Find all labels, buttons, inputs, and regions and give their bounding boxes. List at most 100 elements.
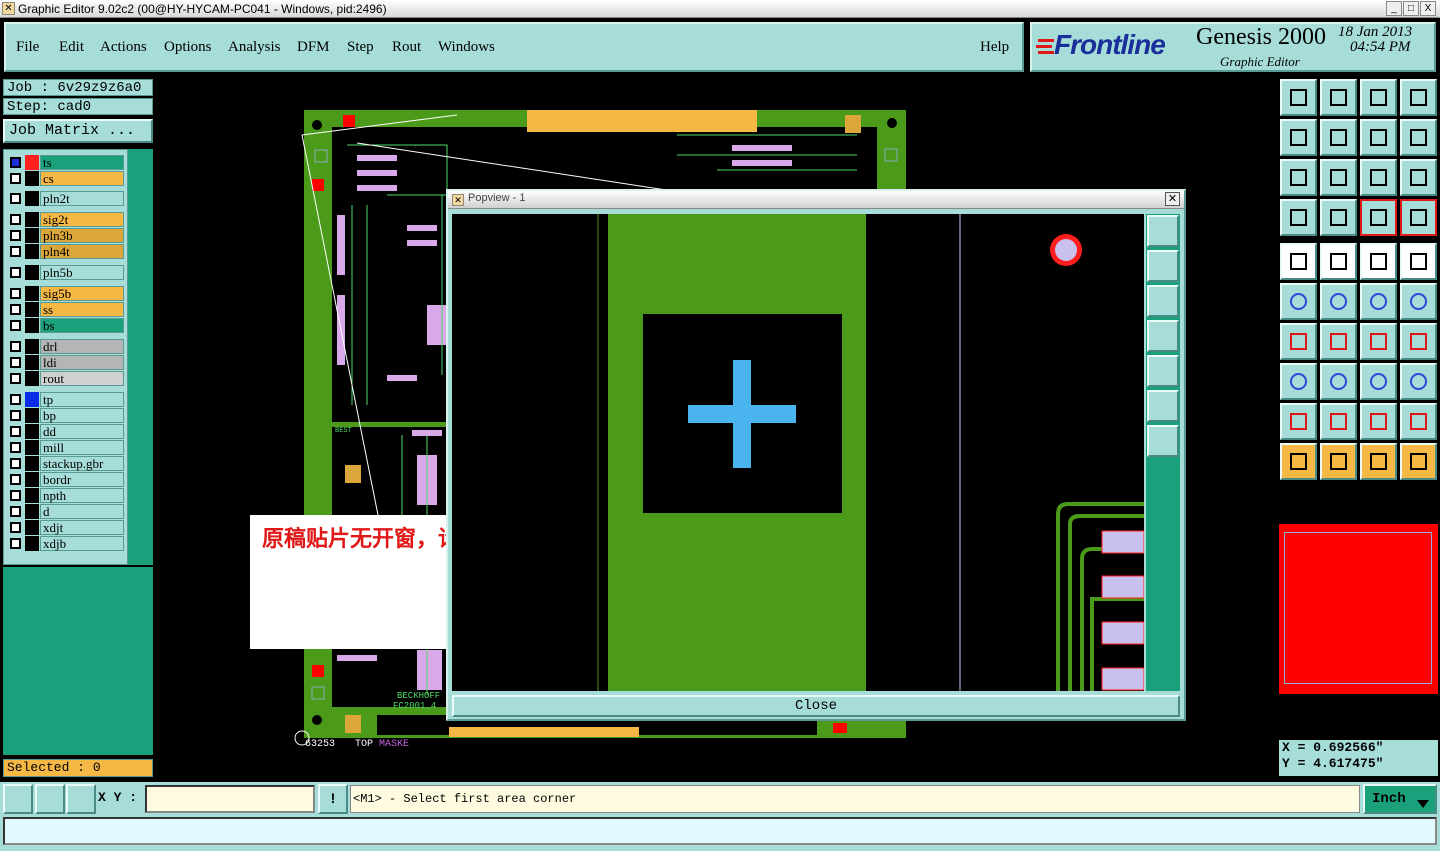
grid-mode-icon[interactable] <box>66 784 96 814</box>
angle-icon[interactable] <box>1280 323 1317 360</box>
snap-mode-icon[interactable] <box>3 784 33 814</box>
help-icon[interactable] <box>1400 159 1437 196</box>
layer-swatch[interactable] <box>25 228 39 243</box>
layer-swatch[interactable] <box>25 392 39 407</box>
layer-swatch[interactable] <box>25 265 39 280</box>
layer-row-bordr[interactable]: bordr <box>6 472 124 487</box>
popview-zoom-icon[interactable] <box>1147 215 1179 247</box>
minimize-button[interactable]: _ <box>1386 1 1402 16</box>
layer-row-stackup-gbr[interactable]: stackup.gbr <box>6 456 124 471</box>
layer-row-d[interactable]: d <box>6 504 124 519</box>
pan-right-icon[interactable] <box>1320 119 1357 156</box>
cross-icon[interactable] <box>1320 283 1357 320</box>
layer-checkbox[interactable] <box>10 341 21 352</box>
triangle-b-icon[interactable] <box>1320 403 1357 440</box>
layer-row-tp[interactable]: tp <box>6 392 124 407</box>
layer-row-bp[interactable]: bp <box>6 408 124 423</box>
layer-row-xdjt[interactable]: xdjt <box>6 520 124 535</box>
layer-checkbox[interactable] <box>10 474 21 485</box>
layer-checkbox[interactable] <box>10 230 21 241</box>
layer-checkbox[interactable] <box>10 538 21 549</box>
layer-row-ts[interactable]: ts <box>6 155 124 170</box>
layer-name[interactable]: ss <box>40 302 124 317</box>
layer-swatch[interactable] <box>25 504 39 519</box>
zoom-center-icon[interactable] <box>1320 159 1357 196</box>
pan-left-icon[interactable] <box>1280 119 1317 156</box>
layer-checkbox[interactable] <box>10 426 21 437</box>
popview-pan-up-icon[interactable] <box>1147 250 1179 282</box>
snap-a-icon[interactable] <box>1360 283 1397 320</box>
layer-checkbox[interactable] <box>10 442 21 453</box>
popview-pan-down-icon[interactable] <box>1147 285 1179 317</box>
layer-name[interactable]: pln4t <box>40 244 124 259</box>
layer-name[interactable]: mill <box>40 440 124 455</box>
layer-swatch[interactable] <box>25 286 39 301</box>
layer-name[interactable]: sig2t <box>40 212 124 227</box>
layer-checkbox[interactable] <box>10 193 21 204</box>
layer-up-icon[interactable] <box>1280 79 1317 116</box>
layer-name[interactable]: tp <box>40 392 124 407</box>
grid-icon[interactable] <box>1320 199 1357 236</box>
layer-swatch[interactable] <box>25 155 39 170</box>
layer-row-bs[interactable]: bs <box>6 318 124 333</box>
layer-row-sig2t[interactable]: sig2t <box>6 212 124 227</box>
highlight-a-icon[interactable] <box>1360 199 1397 236</box>
layer-name[interactable]: bs <box>40 318 124 333</box>
layer-name[interactable]: cs <box>40 171 124 186</box>
dimension-icon[interactable] <box>1360 363 1397 400</box>
job-matrix-button[interactable]: Job Matrix ... <box>3 119 153 143</box>
pointer-icon[interactable] <box>1280 443 1317 480</box>
layer-row-pln5b[interactable]: pln5b <box>6 265 124 280</box>
measure-mode-icon[interactable] <box>35 784 65 814</box>
layer-name[interactable]: xdjt <box>40 520 124 535</box>
layer-checkbox[interactable] <box>10 410 21 421</box>
line-draw-icon[interactable] <box>1320 243 1357 280</box>
connect-icon[interactable] <box>1280 283 1317 320</box>
menu-analysis[interactable]: Analysis <box>228 39 281 56</box>
layer-checkbox[interactable] <box>10 320 21 331</box>
layer-row-mill[interactable]: mill <box>6 440 124 455</box>
layer-row-drl[interactable]: drl <box>6 339 124 354</box>
layer-checkbox[interactable] <box>10 214 21 225</box>
menu-file[interactable]: File <box>16 39 39 56</box>
layer-row-ss[interactable]: ss <box>6 302 124 317</box>
layer-row-dd[interactable]: dd <box>6 424 124 439</box>
layer-row-npth[interactable]: npth <box>6 488 124 503</box>
ruler-icon[interactable] <box>1360 243 1397 280</box>
layer-row-pln4t[interactable]: pln4t <box>6 244 124 259</box>
layer-checkbox[interactable] <box>10 173 21 184</box>
layer-checkbox[interactable] <box>10 157 21 168</box>
layer-swatch[interactable] <box>25 191 39 206</box>
close-window-button[interactable]: X <box>1420 1 1436 16</box>
measure-icon[interactable] <box>1280 199 1317 236</box>
layer-swatch[interactable] <box>25 488 39 503</box>
redo-view-icon[interactable] <box>1400 119 1437 156</box>
layer-swatch[interactable] <box>25 472 39 487</box>
snap-b-icon[interactable] <box>1400 283 1437 320</box>
popview-zoom-fit-icon[interactable] <box>1147 390 1179 422</box>
menu-dfm[interactable]: DFM <box>297 39 330 56</box>
layer-swatch[interactable] <box>25 212 39 227</box>
route-icon[interactable] <box>1400 443 1437 480</box>
layer-checkbox[interactable] <box>10 522 21 533</box>
layer-row-cs[interactable]: cs <box>6 171 124 186</box>
popview-close-icon[interactable]: ✕ <box>1165 192 1180 206</box>
menu-actions[interactable]: Actions <box>100 39 147 56</box>
pointer-frame-icon[interactable] <box>1360 443 1397 480</box>
layer-checkbox[interactable] <box>10 288 21 299</box>
layer-swatch[interactable] <box>25 371 39 386</box>
layer-name[interactable]: drl <box>40 339 124 354</box>
layer-checkbox[interactable] <box>10 458 21 469</box>
menu-options[interactable]: Options <box>164 39 212 56</box>
layer-swatch[interactable] <box>25 171 39 186</box>
layer-name[interactable]: xdjb <box>40 536 124 551</box>
layer-row-pln3b[interactable]: pln3b <box>6 228 124 243</box>
layer-checkbox[interactable] <box>10 246 21 257</box>
popview-pan-left-icon[interactable] <box>1147 320 1179 352</box>
objects-icon[interactable] <box>1400 363 1437 400</box>
layer-checkbox[interactable] <box>10 506 21 517</box>
layer-checkbox[interactable] <box>10 490 21 501</box>
layer-name[interactable]: pln5b <box>40 265 124 280</box>
circle-icon[interactable] <box>1400 243 1437 280</box>
alert-icon[interactable]: ! <box>318 784 348 814</box>
